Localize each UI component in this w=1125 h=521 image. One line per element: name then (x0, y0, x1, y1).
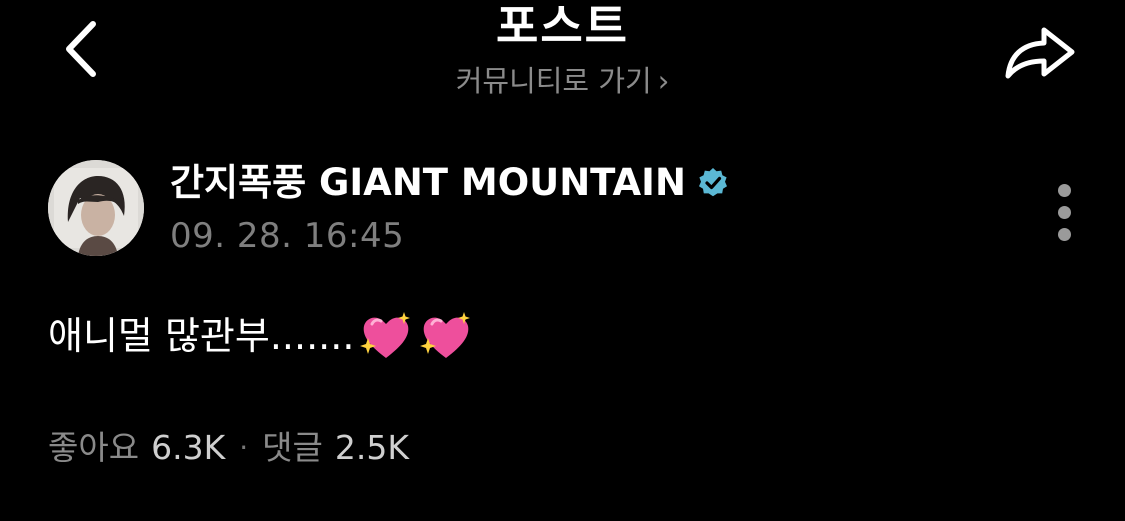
stats-separator: · (239, 431, 249, 464)
post-timestamp: 09. 28. 16:45 (170, 216, 405, 256)
more-vertical-icon (1046, 184, 1082, 241)
post-header: 간지폭풍 GIANT MOUNTAIN 09. 28. 16:45 (0, 150, 1125, 270)
author-name[interactable]: 간지폭풍 GIANT MOUNTAIN (170, 158, 686, 208)
comments-count[interactable]: 2.5K (335, 424, 409, 472)
top-bar: 포스트 커뮤니티로 가기 › (0, 0, 1125, 130)
author-row: 간지폭풍 GIANT MOUNTAIN (170, 158, 730, 208)
page-title: 포스트 (496, 0, 629, 53)
avatar[interactable] (48, 160, 144, 256)
post-body: 애니멀 많관부....... (48, 306, 474, 366)
go-to-community-link[interactable]: 커뮤니티로 가기 › (0, 60, 1125, 102)
sparkling-heart-emoji (360, 312, 411, 358)
likes-count[interactable]: 6.3K (151, 424, 225, 472)
share-arrow-icon (1005, 27, 1075, 79)
likes-label[interactable]: 좋아요 (48, 424, 139, 472)
sparkling-heart-emoji (420, 312, 471, 358)
share-button[interactable] (998, 16, 1084, 86)
post-text: 애니멀 많관부....... (48, 314, 355, 358)
profile-photo (48, 160, 144, 256)
community-link-label: 커뮤니티로 가기 (455, 64, 652, 98)
comments-label[interactable]: 댓글 (262, 424, 323, 472)
chevron-right-icon: › (657, 64, 670, 98)
post-stats: 좋아요 6.3K · 댓글 2.5K (48, 424, 409, 472)
verified-badge-icon (698, 168, 727, 197)
more-options-button[interactable] (1046, 184, 1082, 246)
